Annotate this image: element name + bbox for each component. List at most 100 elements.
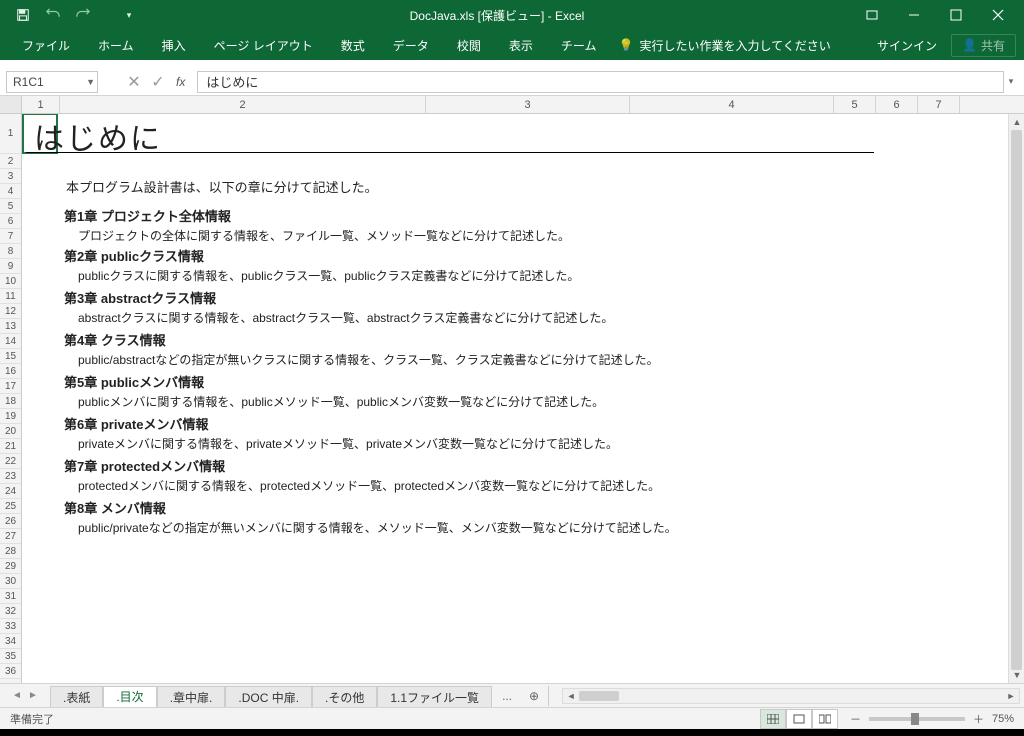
row-header[interactable]: 9 xyxy=(0,259,21,274)
tab-team[interactable]: チーム xyxy=(547,30,611,60)
tab-nav-prev-icon[interactable]: ◄ xyxy=(10,690,24,701)
view-pagebreak-icon[interactable] xyxy=(812,709,838,729)
name-box[interactable]: R1C1 ▼ xyxy=(6,71,98,93)
row-header[interactable]: 4 xyxy=(0,184,21,199)
row-header[interactable]: 35 xyxy=(0,649,21,664)
column-header[interactable]: 1 xyxy=(22,96,60,113)
zoom-out-icon[interactable]: － xyxy=(850,711,861,727)
row-header[interactable]: 13 xyxy=(0,319,21,334)
sheet-tab[interactable]: 1.1ファイル一覧 xyxy=(377,686,492,708)
sheet-tab[interactable]: .DOC 中扉. xyxy=(225,686,312,708)
row-header[interactable]: 17 xyxy=(0,379,21,394)
scroll-left-icon[interactable]: ◄ xyxy=(563,688,579,704)
zoom-slider[interactable] xyxy=(869,717,965,721)
row-header[interactable]: 7 xyxy=(0,229,21,244)
row-header[interactable]: 32 xyxy=(0,604,21,619)
undo-icon[interactable] xyxy=(40,2,66,28)
zoom-in-icon[interactable]: ＋ xyxy=(973,711,984,727)
row-header[interactable]: 27 xyxy=(0,529,21,544)
row-header[interactable]: 24 xyxy=(0,484,21,499)
row-header[interactable]: 36 xyxy=(0,664,21,679)
row-header[interactable]: 11 xyxy=(0,289,21,304)
tab-nav-next-icon[interactable]: ► xyxy=(26,690,40,701)
expand-formula-icon[interactable]: ▾ xyxy=(1004,76,1018,87)
scroll-down-icon[interactable]: ▼ xyxy=(1009,667,1024,683)
row-header[interactable]: 5 xyxy=(0,199,21,214)
maximize-icon[interactable] xyxy=(936,1,976,29)
tab-data[interactable]: データ xyxy=(379,30,443,60)
redo-icon[interactable] xyxy=(70,2,96,28)
row-header[interactable]: 25 xyxy=(0,499,21,514)
horizontal-scrollbar[interactable]: ◄ ► xyxy=(562,688,1020,704)
tab-view[interactable]: 表示 xyxy=(495,30,547,60)
row-header[interactable]: 14 xyxy=(0,334,21,349)
chevron-down-icon[interactable]: ▼ xyxy=(86,77,95,87)
add-sheet-icon[interactable]: ⊕ xyxy=(522,689,546,703)
row-header[interactable]: 10 xyxy=(0,274,21,289)
row-header[interactable]: 3 xyxy=(0,169,21,184)
formula-input[interactable]: はじめに xyxy=(197,71,1004,93)
qat-customize-icon[interactable]: ▾ xyxy=(116,2,142,28)
row-header[interactable]: 30 xyxy=(0,574,21,589)
row-header[interactable]: 31 xyxy=(0,589,21,604)
share-button[interactable]: 👤 共有 xyxy=(951,34,1016,57)
row-header[interactable]: 22 xyxy=(0,454,21,469)
confirm-formula-icon[interactable]: ✓ xyxy=(146,71,170,93)
sheet-tab[interactable]: .その他 xyxy=(312,686,377,708)
row-header[interactable]: 16 xyxy=(0,364,21,379)
row-header[interactable]: 34 xyxy=(0,634,21,649)
minimize-icon[interactable] xyxy=(894,1,934,29)
row-header[interactable]: 15 xyxy=(0,349,21,364)
sheet-content[interactable]: はじめに 本プログラム設計書は、以下の章に分けて記述した。 第1章 プロジェクト… xyxy=(22,114,1024,683)
tabs-overflow[interactable]: ... xyxy=(492,689,522,703)
column-header[interactable]: 3 xyxy=(426,96,630,113)
column-header[interactable]: 6 xyxy=(876,96,918,113)
vscroll-thumb[interactable] xyxy=(1011,130,1022,670)
view-normal-icon[interactable] xyxy=(760,709,786,729)
row-header[interactable]: 26 xyxy=(0,514,21,529)
row-header[interactable]: 1 xyxy=(0,114,21,154)
view-pagelayout-icon[interactable] xyxy=(786,709,812,729)
column-header[interactable]: 4 xyxy=(630,96,834,113)
row-header[interactable]: 21 xyxy=(0,439,21,454)
fx-icon[interactable]: fx xyxy=(176,75,185,89)
hscroll-thumb[interactable] xyxy=(579,691,619,701)
sheet-tab[interactable]: .章中扉. xyxy=(157,686,226,708)
column-header[interactable]: 5 xyxy=(834,96,876,113)
tab-pagelayout[interactable]: ページ レイアウト xyxy=(200,30,327,60)
row-header[interactable]: 19 xyxy=(0,409,21,424)
save-icon[interactable] xyxy=(10,2,36,28)
tab-home[interactable]: ホーム xyxy=(84,30,148,60)
column-header[interactable]: 2 xyxy=(60,96,426,113)
column-header[interactable]: 7 xyxy=(918,96,960,113)
signin-link[interactable]: サインイン xyxy=(863,37,951,54)
row-header[interactable]: 23 xyxy=(0,469,21,484)
tab-formulas[interactable]: 数式 xyxy=(327,30,379,60)
row-header[interactable]: 29 xyxy=(0,559,21,574)
zoom-handle[interactable] xyxy=(911,713,919,725)
row-header[interactable]: 18 xyxy=(0,394,21,409)
sheet-tab[interactable]: .表紙 xyxy=(50,686,103,708)
row-header[interactable]: 6 xyxy=(0,214,21,229)
tab-splitter[interactable] xyxy=(548,686,556,706)
row-header[interactable]: 20 xyxy=(0,424,21,439)
row-header[interactable]: 33 xyxy=(0,619,21,634)
vertical-scrollbar[interactable]: ▲ ▼ xyxy=(1008,114,1024,683)
chapter-desc: privateメンバに関する情報を、privateメソッド一覧、privateメ… xyxy=(78,435,618,452)
tab-review[interactable]: 校閲 xyxy=(443,30,495,60)
row-header[interactable]: 12 xyxy=(0,304,21,319)
scroll-up-icon[interactable]: ▲ xyxy=(1009,114,1024,130)
row-header[interactable]: 28 xyxy=(0,544,21,559)
close-icon[interactable] xyxy=(978,1,1018,29)
tab-file[interactable]: ファイル xyxy=(8,30,84,60)
tell-me-search[interactable]: 💡 実行したい作業を入力してください xyxy=(618,37,863,54)
tab-insert[interactable]: 挿入 xyxy=(148,30,200,60)
cancel-formula-icon[interactable]: ✕ xyxy=(122,71,146,93)
select-all-cell[interactable] xyxy=(0,96,22,113)
scroll-right-icon[interactable]: ► xyxy=(1003,688,1019,704)
row-header[interactable]: 2 xyxy=(0,154,21,169)
ribbon-display-icon[interactable] xyxy=(852,1,892,29)
sheet-tab[interactable]: .目次 xyxy=(103,686,156,708)
tell-me-placeholder: 実行したい作業を入力してください xyxy=(639,37,830,54)
row-header[interactable]: 8 xyxy=(0,244,21,259)
